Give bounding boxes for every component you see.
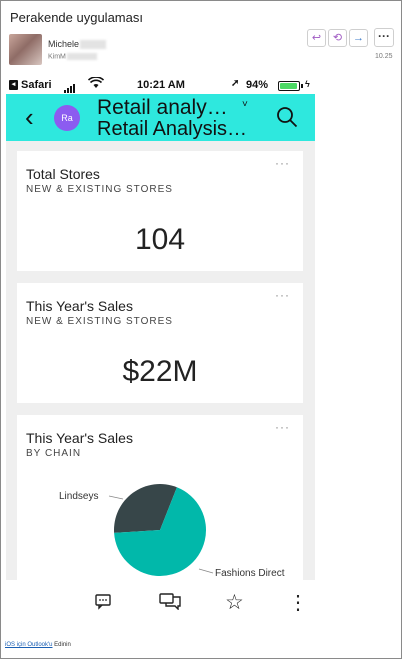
tile-title: This Year's Sales [26, 430, 133, 446]
charging-icon: ϟ [305, 79, 310, 89]
redacted-name [80, 40, 107, 50]
reply-all-icon: ⟲ [332, 32, 343, 44]
sender-address-text: KimM [48, 53, 66, 61]
pie-label-fashions-direct: Fashions Direct [215, 568, 285, 579]
app-header: ‹ Ra Retail analy… ˅ Retail Analysis… [6, 94, 315, 141]
sender-name-text: Michele [48, 39, 80, 49]
reply-all-button[interactable]: ⟲ [328, 29, 347, 47]
pie-label-lindseys: Lindseys [59, 491, 98, 502]
footer-suffix: Edinin [52, 642, 71, 648]
back-chevron-icon[interactable]: ‹ [25, 104, 34, 130]
forward-button[interactable]: → [349, 29, 368, 47]
reply-button[interactable]: ↩ [307, 29, 326, 47]
tile-subtitle: NEW & EXISTING STORES [26, 184, 173, 195]
app-screenshot: ◂ Safari 10:21 AM ➚ 94% ϟ ‹ Ra Retail an… [6, 77, 315, 580]
tile-more-icon[interactable]: ··· [275, 420, 290, 434]
battery-fill [280, 83, 297, 89]
tile-total-stores[interactable]: Total Stores NEW & EXISTING STORES ··· 1… [17, 151, 303, 271]
pie-chart: Lindseys Fashions Direct [59, 484, 285, 579]
sender-address: KimM [48, 53, 97, 60]
dashboard-title[interactable]: Retail analy… [97, 96, 228, 120]
comment-icon[interactable] [94, 592, 112, 615]
get-outlook-link[interactable]: iOS için Outlook'u [5, 642, 53, 648]
signal-icon [64, 81, 76, 93]
tile-more-icon[interactable]: ··· [275, 288, 290, 302]
tile-value: $22M [122, 355, 198, 388]
more-actions-button[interactable]: ··· [374, 28, 394, 47]
tile-title: Total Stores [26, 166, 100, 182]
dashboard-subtitle: Retail Analysis… [97, 118, 248, 140]
sender-name[interactable]: Michele [48, 39, 107, 50]
tile-subtitle: BY CHAIN [26, 448, 82, 459]
reply-icon: ↩ [311, 32, 322, 44]
redacted-address [66, 53, 97, 60]
battery-tip [301, 84, 303, 88]
tile-subtitle: NEW & EXISTING STORES [26, 316, 173, 327]
ios-status-bar: ◂ Safari 10:21 AM ➚ 94% ϟ [6, 77, 315, 94]
tile-title: This Year's Sales [26, 298, 133, 314]
tile-value: 104 [134, 223, 186, 256]
tile-sales-total[interactable]: This Year's Sales NEW & EXISTING STORES … [17, 283, 303, 403]
location-icon: ➚ [231, 78, 240, 89]
tile-sales-by-chain[interactable]: This Year's Sales BY CHAIN ··· Lindseys F… [17, 415, 303, 580]
email-toolbar: ☆ ⋮ [6, 580, 315, 628]
email-window: Perakende uygulaması Michele KimM ↩ ⟲ → … [0, 0, 402, 659]
favorite-star-icon[interactable]: ☆ [225, 590, 244, 615]
search-icon[interactable] [276, 106, 298, 128]
status-carrier: Safari [21, 79, 52, 91]
chevron-down-icon[interactable]: ˅ [242, 99, 248, 110]
pie-leader-line [198, 568, 214, 574]
pie-leader-line [108, 495, 124, 500]
forward-icon: → [353, 32, 364, 44]
email-time: 10.25 [375, 53, 393, 60]
status-time: 10:21 AM [137, 79, 185, 91]
tile-more-icon[interactable]: ··· [275, 156, 290, 170]
battery-icon [278, 81, 300, 91]
battery-percent: 94% [246, 79, 269, 91]
footer-promo: iOS için Outlook'u Edinin [5, 642, 71, 648]
workspace-avatar[interactable]: Ra [54, 105, 80, 131]
email-subject: Perakende uygulaması [10, 10, 143, 25]
sender-avatar[interactable] [9, 34, 42, 65]
more-vertical-icon[interactable]: ⋮ [288, 590, 308, 615]
back-to-app-icon[interactable]: ◂ [9, 80, 18, 90]
conversation-icon[interactable] [159, 592, 181, 615]
more-icon: ··· [378, 29, 390, 43]
wifi-icon [87, 77, 105, 92]
